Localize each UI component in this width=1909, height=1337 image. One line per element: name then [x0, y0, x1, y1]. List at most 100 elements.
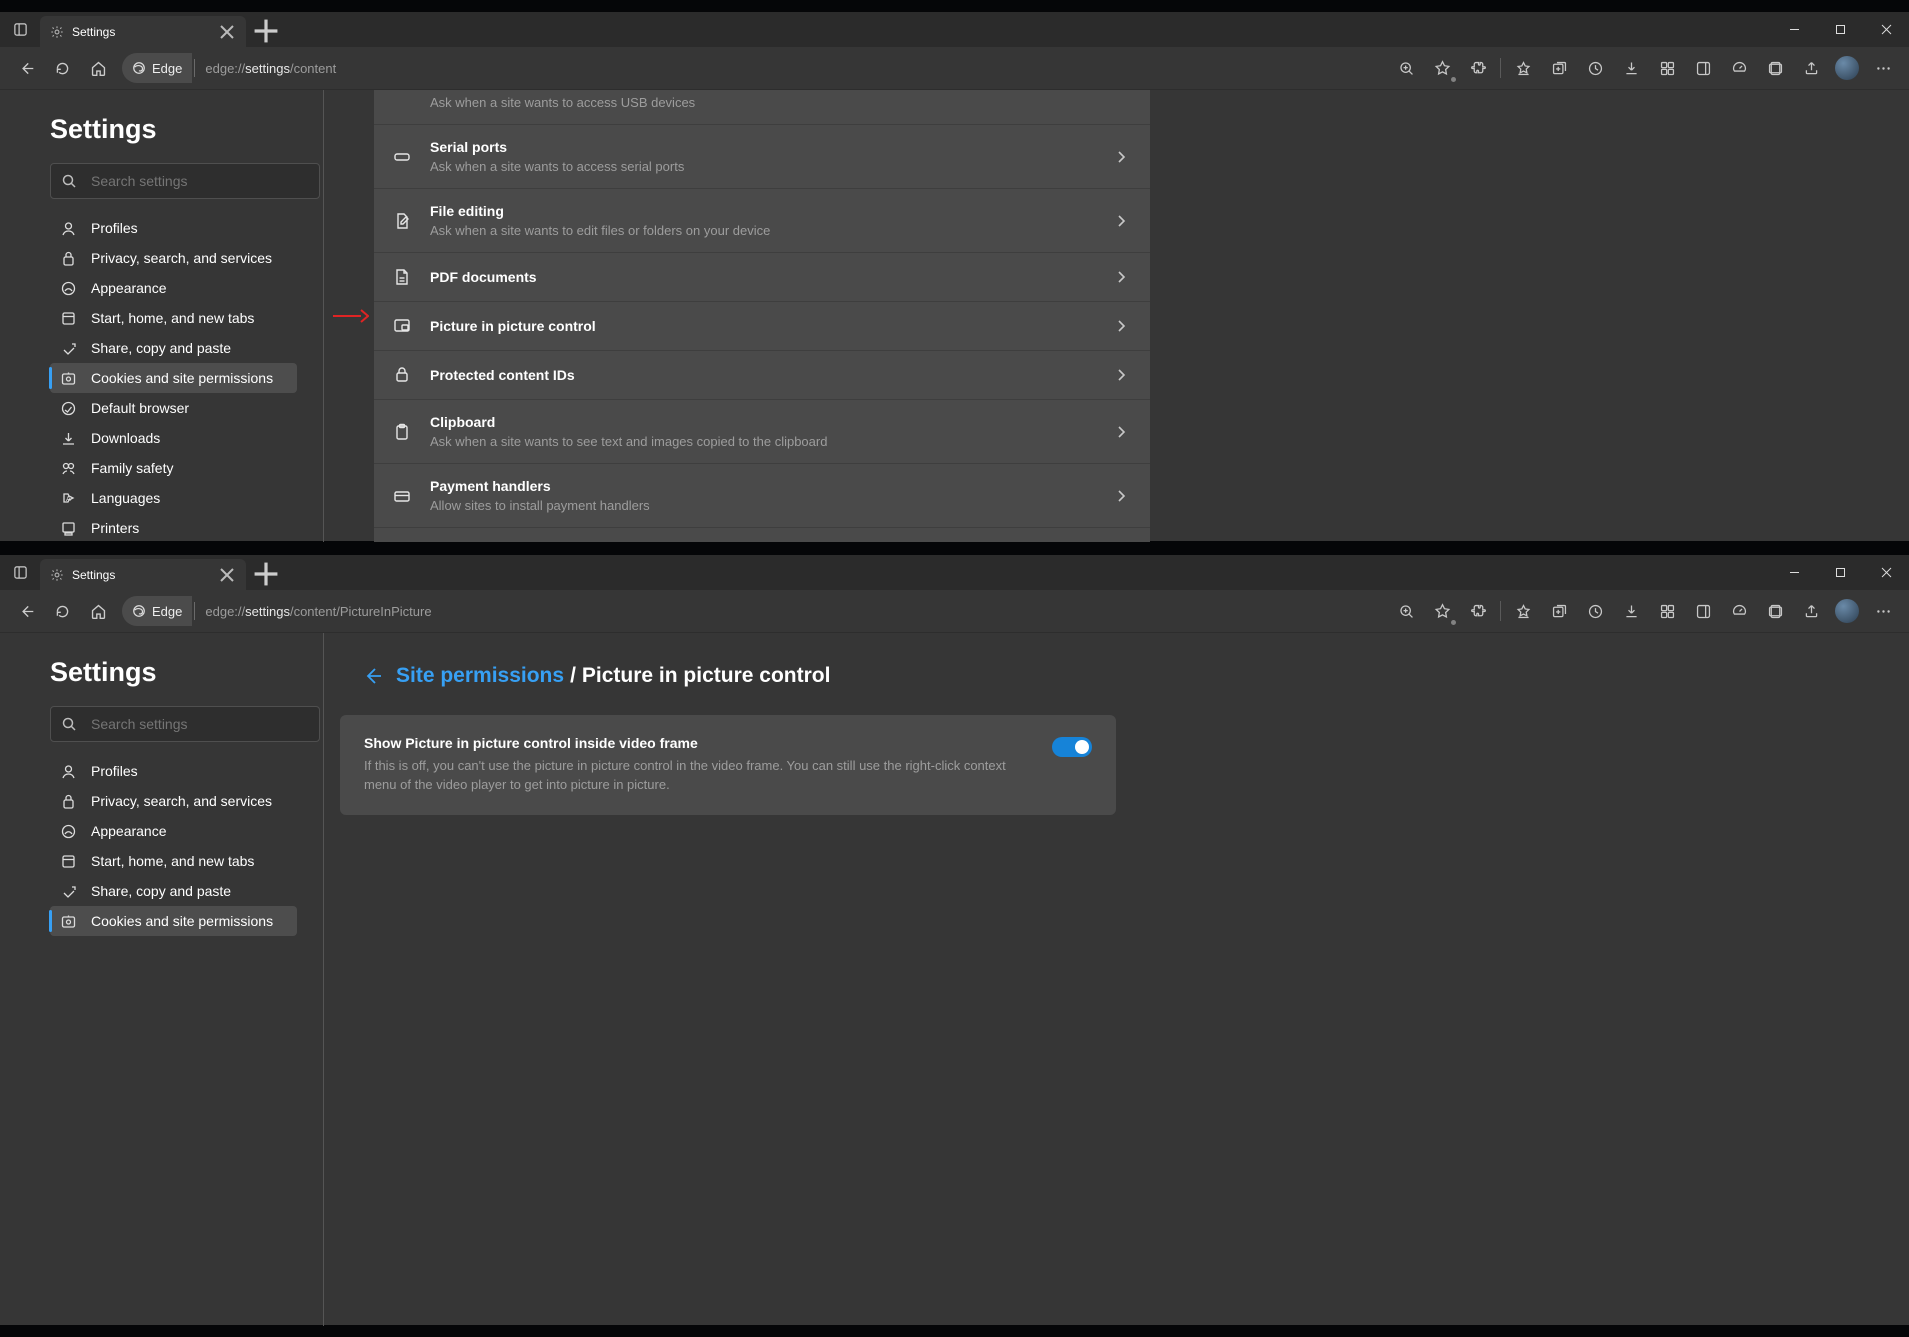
- browser-tab[interactable]: Settings: [40, 16, 246, 47]
- sidebar-item-profiles[interactable]: Profiles: [50, 213, 297, 243]
- downloads-button[interactable]: [1613, 593, 1649, 629]
- new-tab-button[interactable]: [250, 15, 282, 47]
- window-close-button[interactable]: [1863, 12, 1909, 47]
- share-button[interactable]: [1793, 50, 1829, 86]
- sidebar-item-family-safety[interactable]: Family safety: [50, 453, 297, 483]
- favorites-bar-button[interactable]: [1505, 50, 1541, 86]
- extensions-button[interactable]: [1460, 50, 1496, 86]
- performance-button[interactable]: [1721, 50, 1757, 86]
- zoom-button[interactable]: [1388, 593, 1424, 629]
- nav-item-label: Default browser: [91, 400, 189, 416]
- settings-search[interactable]: [50, 706, 320, 742]
- favorite-button[interactable]: [1424, 593, 1460, 629]
- collections-button[interactable]: [1541, 50, 1577, 86]
- history-button[interactable]: [1577, 50, 1613, 86]
- sidebar-item-share-copy-and-paste[interactable]: Share, copy and paste: [50, 876, 297, 906]
- zoom-button[interactable]: [1388, 50, 1424, 86]
- tab-actions-button[interactable]: [0, 555, 40, 590]
- sidebar-item-appearance[interactable]: Appearance: [50, 273, 297, 303]
- sidebar-item-languages[interactable]: ALanguages: [50, 483, 297, 513]
- sidebar-toggle-button[interactable]: [1685, 50, 1721, 86]
- sidebar-item-profiles[interactable]: Profiles: [50, 756, 297, 786]
- sidebar-item-start-home-and-new-tabs[interactable]: Start, home, and new tabs: [50, 846, 297, 876]
- nav-item-icon: [60, 370, 77, 387]
- tab-actions-button[interactable]: [0, 12, 40, 47]
- perm-row-clipboard[interactable]: ClipboardAsk when a site wants to see te…: [374, 399, 1150, 463]
- perm-row-icon: [392, 267, 412, 287]
- history-button[interactable]: [1577, 593, 1613, 629]
- sidebar-item-appearance[interactable]: Appearance: [50, 816, 297, 846]
- sidebar-item-default-browser[interactable]: Default browser: [50, 393, 297, 423]
- sidebar-item-downloads[interactable]: Downloads: [50, 423, 297, 453]
- chevron-right-icon: [1114, 425, 1128, 439]
- sidebar-item-share-copy-and-paste[interactable]: Share, copy and paste: [50, 333, 297, 363]
- downloads-button[interactable]: [1613, 50, 1649, 86]
- nav-home-button[interactable]: [80, 593, 116, 629]
- pip-toggle-switch[interactable]: [1052, 737, 1092, 757]
- settings-search-input[interactable]: [89, 172, 309, 190]
- perm-row-picture-in-picture-control[interactable]: Picture in picture control: [374, 301, 1150, 350]
- window-maximize-button[interactable]: [1817, 555, 1863, 590]
- chevron-right-icon: [1114, 319, 1128, 333]
- tab-label: Settings: [72, 25, 218, 39]
- performance-button[interactable]: [1721, 593, 1757, 629]
- profile-button[interactable]: [1829, 593, 1865, 629]
- nav-back-button[interactable]: [8, 593, 44, 629]
- window-close-button[interactable]: [1863, 555, 1909, 590]
- perm-row-media-autoplay[interactable]: Media autoplay: [374, 527, 1150, 542]
- nav-item-label: Share, copy and paste: [91, 340, 231, 356]
- perm-row-serial-ports[interactable]: Serial portsAsk when a site wants to acc…: [374, 124, 1150, 188]
- settings-title: Settings: [50, 657, 297, 688]
- address-field[interactable]: Edge edge://settings/content/PictureInPi…: [122, 596, 432, 626]
- breadcrumb-parent-link[interactable]: Site permissions: [396, 664, 564, 688]
- perm-row-sub: Allow sites to install payment handlers: [430, 498, 1114, 513]
- window-maximize-button[interactable]: [1817, 12, 1863, 47]
- tab-close-button[interactable]: [218, 23, 236, 41]
- favorite-button[interactable]: [1424, 50, 1460, 86]
- share-button[interactable]: [1793, 593, 1829, 629]
- sidebar-item-printers[interactable]: Printers: [50, 513, 297, 542]
- collections-button[interactable]: [1541, 593, 1577, 629]
- extensions-button[interactable]: [1460, 593, 1496, 629]
- address-field[interactable]: Edge edge://settings/content: [122, 53, 336, 83]
- favorites-bar-button[interactable]: [1505, 593, 1541, 629]
- nav-home-button[interactable]: [80, 50, 116, 86]
- breadcrumb-back-button[interactable]: [356, 659, 390, 693]
- browser-tab[interactable]: Settings: [40, 559, 246, 590]
- nav-refresh-button[interactable]: [44, 50, 80, 86]
- sidebar-item-cookies-and-site-permissions[interactable]: Cookies and site permissions: [50, 906, 297, 936]
- window-minimize-button[interactable]: [1771, 555, 1817, 590]
- url-separator: [194, 59, 195, 77]
- perm-row-payment-handlers[interactable]: Payment handlers Allow sites to install p…: [374, 463, 1150, 527]
- window-minimize-button[interactable]: [1771, 12, 1817, 47]
- new-tab-button[interactable]: [250, 558, 282, 590]
- webcapture-button[interactable]: [1757, 593, 1793, 629]
- nav-item-icon: [60, 400, 77, 417]
- perm-row-icon: [392, 365, 412, 385]
- tab-label: Settings: [72, 568, 218, 582]
- sidebar-item-cookies-and-site-permissions[interactable]: Cookies and site permissions: [50, 363, 297, 393]
- perm-row-icon: [392, 486, 412, 506]
- perm-row-pdf-documents[interactable]: PDF documents: [374, 252, 1150, 301]
- sidebar-item-start-home-and-new-tabs[interactable]: Start, home, and new tabs: [50, 303, 297, 333]
- sidebar-item-privacy-search-and-services[interactable]: Privacy, search, and services: [50, 243, 297, 273]
- nav-refresh-button[interactable]: [44, 593, 80, 629]
- more-menu-button[interactable]: [1865, 50, 1901, 86]
- settings-search-input[interactable]: [89, 715, 309, 733]
- webcapture-button[interactable]: [1757, 50, 1793, 86]
- perm-row-protected-content-ids[interactable]: Protected content IDs: [374, 350, 1150, 399]
- gear-icon: [50, 568, 64, 582]
- perm-row-title: Payment handlers: [430, 478, 1114, 494]
- more-menu-button[interactable]: [1865, 593, 1901, 629]
- perm-row-usb[interactable]: Ask when a site wants to access USB devi…: [374, 90, 1150, 124]
- settings-search[interactable]: [50, 163, 320, 199]
- profile-button[interactable]: [1829, 50, 1865, 86]
- apps-button[interactable]: [1649, 50, 1685, 86]
- nav-back-button[interactable]: [8, 50, 44, 86]
- sidebar-toggle-button[interactable]: [1685, 593, 1721, 629]
- perm-row-file-editing[interactable]: File editingAsk when a site wants to edi…: [374, 188, 1150, 252]
- nav-item-label: Appearance: [91, 823, 167, 839]
- tab-close-button[interactable]: [218, 566, 236, 584]
- apps-button[interactable]: [1649, 593, 1685, 629]
- sidebar-item-privacy-search-and-services[interactable]: Privacy, search, and services: [50, 786, 297, 816]
